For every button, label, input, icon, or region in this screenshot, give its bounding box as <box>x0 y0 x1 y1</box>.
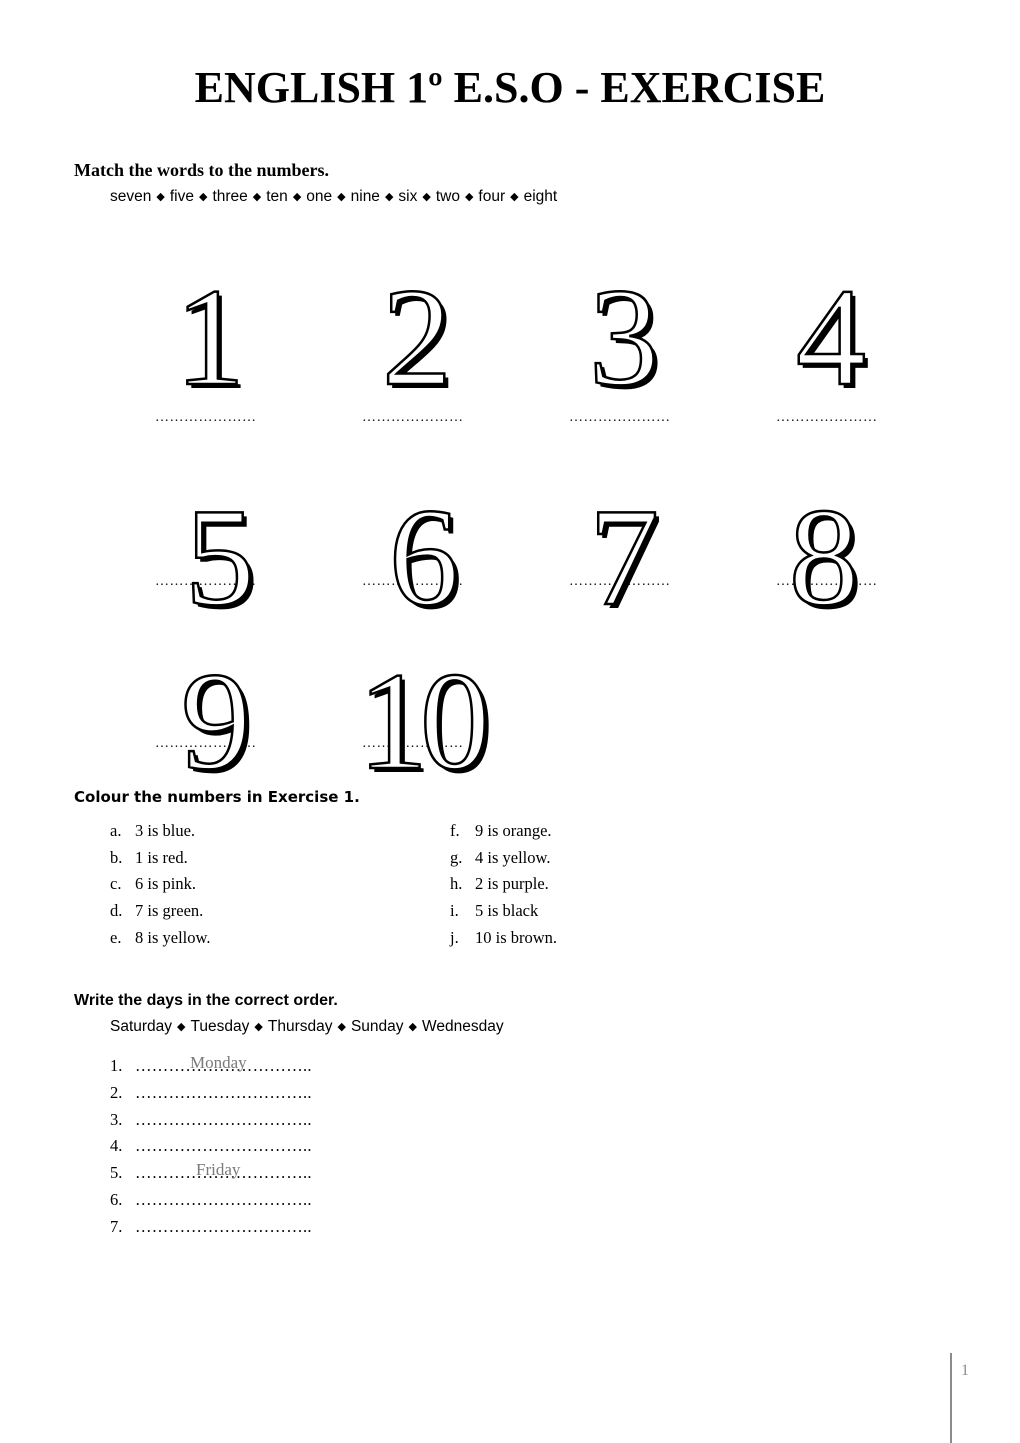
exercise3-instruction: Write the days in the correct order. <box>74 992 338 1009</box>
outlined-number-4: 4 <box>795 260 868 415</box>
list-item: j. 10 is brown. <box>450 927 558 947</box>
answer-line[interactable]: ………………………….. <box>135 1190 312 1209</box>
answer-line[interactable]: ………………………….. <box>135 1110 312 1129</box>
word: six <box>398 188 418 205</box>
diamond-icon: ◆ <box>337 1021 346 1033</box>
colour-list-right: f. 9 is orange. g. 4 is yellow. h. 2 is pur… <box>450 821 557 954</box>
outlined-number-6: 6 <box>388 480 461 635</box>
list-item: b. 1 is red. <box>110 847 188 867</box>
outlined-number-2: 2 <box>381 260 454 415</box>
prefilled-answer: Monday <box>190 1053 247 1072</box>
list-item: 5.………………………….. Friday <box>110 1160 312 1183</box>
diamond-icon: ◆ <box>408 1021 417 1033</box>
diamond-icon: ◆ <box>510 191 519 203</box>
outlined-number-1: 1 <box>174 260 247 415</box>
exercise1-instruction: Match the words to the numbers. <box>74 160 329 180</box>
answer-line[interactable]: ………………………….. <box>135 1083 312 1102</box>
diamond-icon: ◆ <box>156 191 165 203</box>
word: two <box>435 188 460 205</box>
word: ten <box>266 188 288 205</box>
diamond-icon: ◆ <box>254 1021 263 1033</box>
answer-line-4[interactable]: ………………… <box>776 410 896 426</box>
diamond-icon: ◆ <box>198 191 208 203</box>
list-item: c. 6 is pink. <box>110 874 196 894</box>
word: eight <box>523 188 558 205</box>
days-answer-list: 1.………………………….. Monday 2.………………………….. 3.……… <box>110 1053 312 1244</box>
word: seven <box>110 188 152 205</box>
word: five <box>169 188 194 205</box>
list-item: e. 8 is yellow. <box>110 927 211 947</box>
word: Thursday <box>267 1018 333 1035</box>
word: Wednesday <box>422 1018 504 1035</box>
outlined-number-9: 9 <box>180 644 253 799</box>
word: Sunday <box>350 1018 404 1035</box>
answer-line[interactable]: ………………………….. <box>135 1217 312 1236</box>
outlined-number-5: 5 <box>184 480 257 635</box>
diamond-icon: ◆ <box>252 191 262 203</box>
list-item: 7.………………………….. <box>110 1216 312 1236</box>
page-title: ENGLISH 1º E.S.O - EXERCISE <box>194 63 826 112</box>
list-item: i. 5 is black <box>450 901 539 921</box>
diamond-icon: ◆ <box>337 191 346 203</box>
list-item: a. 3 is blue. <box>110 821 196 840</box>
outlined-number-7: 7 <box>588 480 661 635</box>
word: four <box>478 188 506 205</box>
diamond-icon: ◆ <box>422 191 431 203</box>
list-item: 2.………………………….. <box>110 1082 312 1102</box>
list-item: 6.………………………….. <box>110 1189 312 1209</box>
word: one <box>306 188 333 205</box>
answer-line-2[interactable]: ………………… <box>362 410 482 426</box>
answer-line[interactable]: ………………………….. <box>135 1136 312 1155</box>
outlined-number-3: 3 <box>588 260 661 415</box>
list-item: 4.………………………….. <box>110 1136 312 1156</box>
word: three <box>212 188 248 205</box>
diamond-icon: ◆ <box>292 191 302 203</box>
list-item: h. 2 is purple. <box>450 874 549 894</box>
outlined-number-10: 10 <box>357 644 492 799</box>
list-item: f. 9 is orange. <box>450 821 552 840</box>
page-number: 1 <box>961 1362 969 1379</box>
word: Tuesday <box>190 1018 250 1035</box>
list-item: g. 4 is yellow. <box>450 847 551 867</box>
word: nine <box>350 188 380 205</box>
exercise2-instruction: Colour the numbers in Exercise 1. <box>74 788 360 806</box>
outlined-number-8: 8 <box>788 480 861 635</box>
diamond-icon: ◆ <box>464 191 474 203</box>
list-item: d. 7 is green. <box>110 901 204 921</box>
colour-list-left: a. 3 is blue. b. 1 is red. c. 6 is pink. d.… <box>110 821 210 954</box>
list-item: 3.………………………….. <box>110 1109 312 1129</box>
diamond-icon: ◆ <box>177 1021 186 1033</box>
list-item: 1.………………………….. Monday <box>110 1053 312 1075</box>
prefilled-answer: Friday <box>196 1160 241 1180</box>
diamond-icon: ◆ <box>384 191 394 203</box>
exercise3-word-bank: Saturday ◆ Tuesday ◆ Thursday ◆ Sunday ◆ Wednesd… <box>110 1018 504 1036</box>
answer-line-3[interactable]: ………………… <box>569 410 689 426</box>
answer-line-1[interactable]: ………………… <box>155 410 275 426</box>
exercise1-word-bank: seven ◆ five ◆ three ◆ ten ◆ one ◆ nine ◆ six ◆ two ◆ fo… <box>110 188 557 206</box>
page-margin-rule <box>950 1353 952 1443</box>
word: Saturday <box>110 1018 173 1035</box>
